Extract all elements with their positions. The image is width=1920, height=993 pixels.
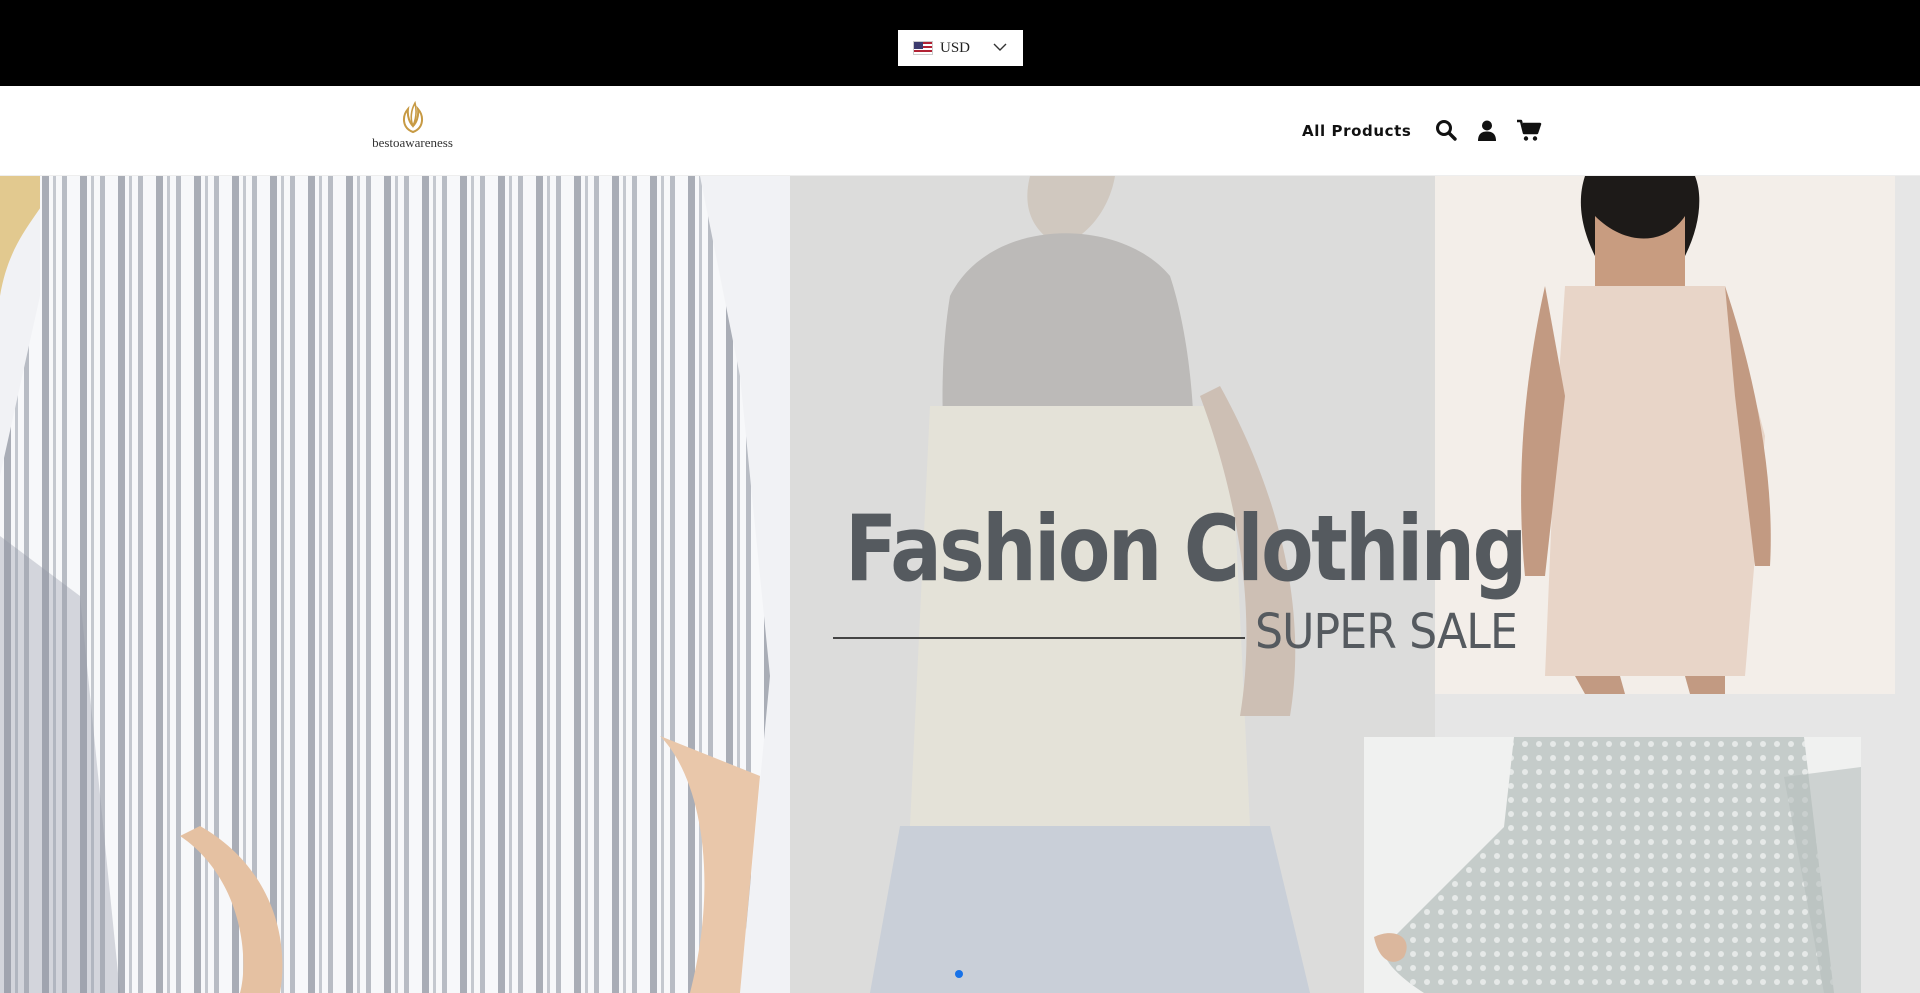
site-header: bestoawareness All Products	[0, 86, 1920, 176]
cart-icon[interactable]	[1516, 118, 1542, 142]
hero-image-striped-dress	[0, 176, 790, 993]
hero-subheadline: SUPER SALE	[1255, 604, 1518, 660]
hero-banner[interactable]: Fashion Clothing SUPER SALE	[0, 176, 1920, 993]
logo-text: bestoawareness	[372, 135, 453, 150]
search-icon[interactable]	[1434, 118, 1458, 142]
account-icon[interactable]	[1475, 118, 1499, 142]
hero-headline: Fashion Clothing	[845, 497, 1527, 602]
us-flag-icon	[913, 41, 933, 55]
announcement-bar: USD	[0, 0, 1920, 86]
chevron-down-icon	[993, 43, 1007, 51]
currency-selector[interactable]: USD	[898, 30, 1023, 66]
hero-image-lace-dress	[1364, 737, 1861, 993]
nav-all-products[interactable]: All Products	[1302, 122, 1411, 140]
logo-leaf-icon	[402, 100, 423, 134]
hero-divider	[833, 637, 1245, 639]
site-logo[interactable]: bestoawareness	[365, 100, 460, 151]
currency-label: USD	[940, 39, 971, 56]
slide-indicator-dot[interactable]	[955, 970, 963, 978]
